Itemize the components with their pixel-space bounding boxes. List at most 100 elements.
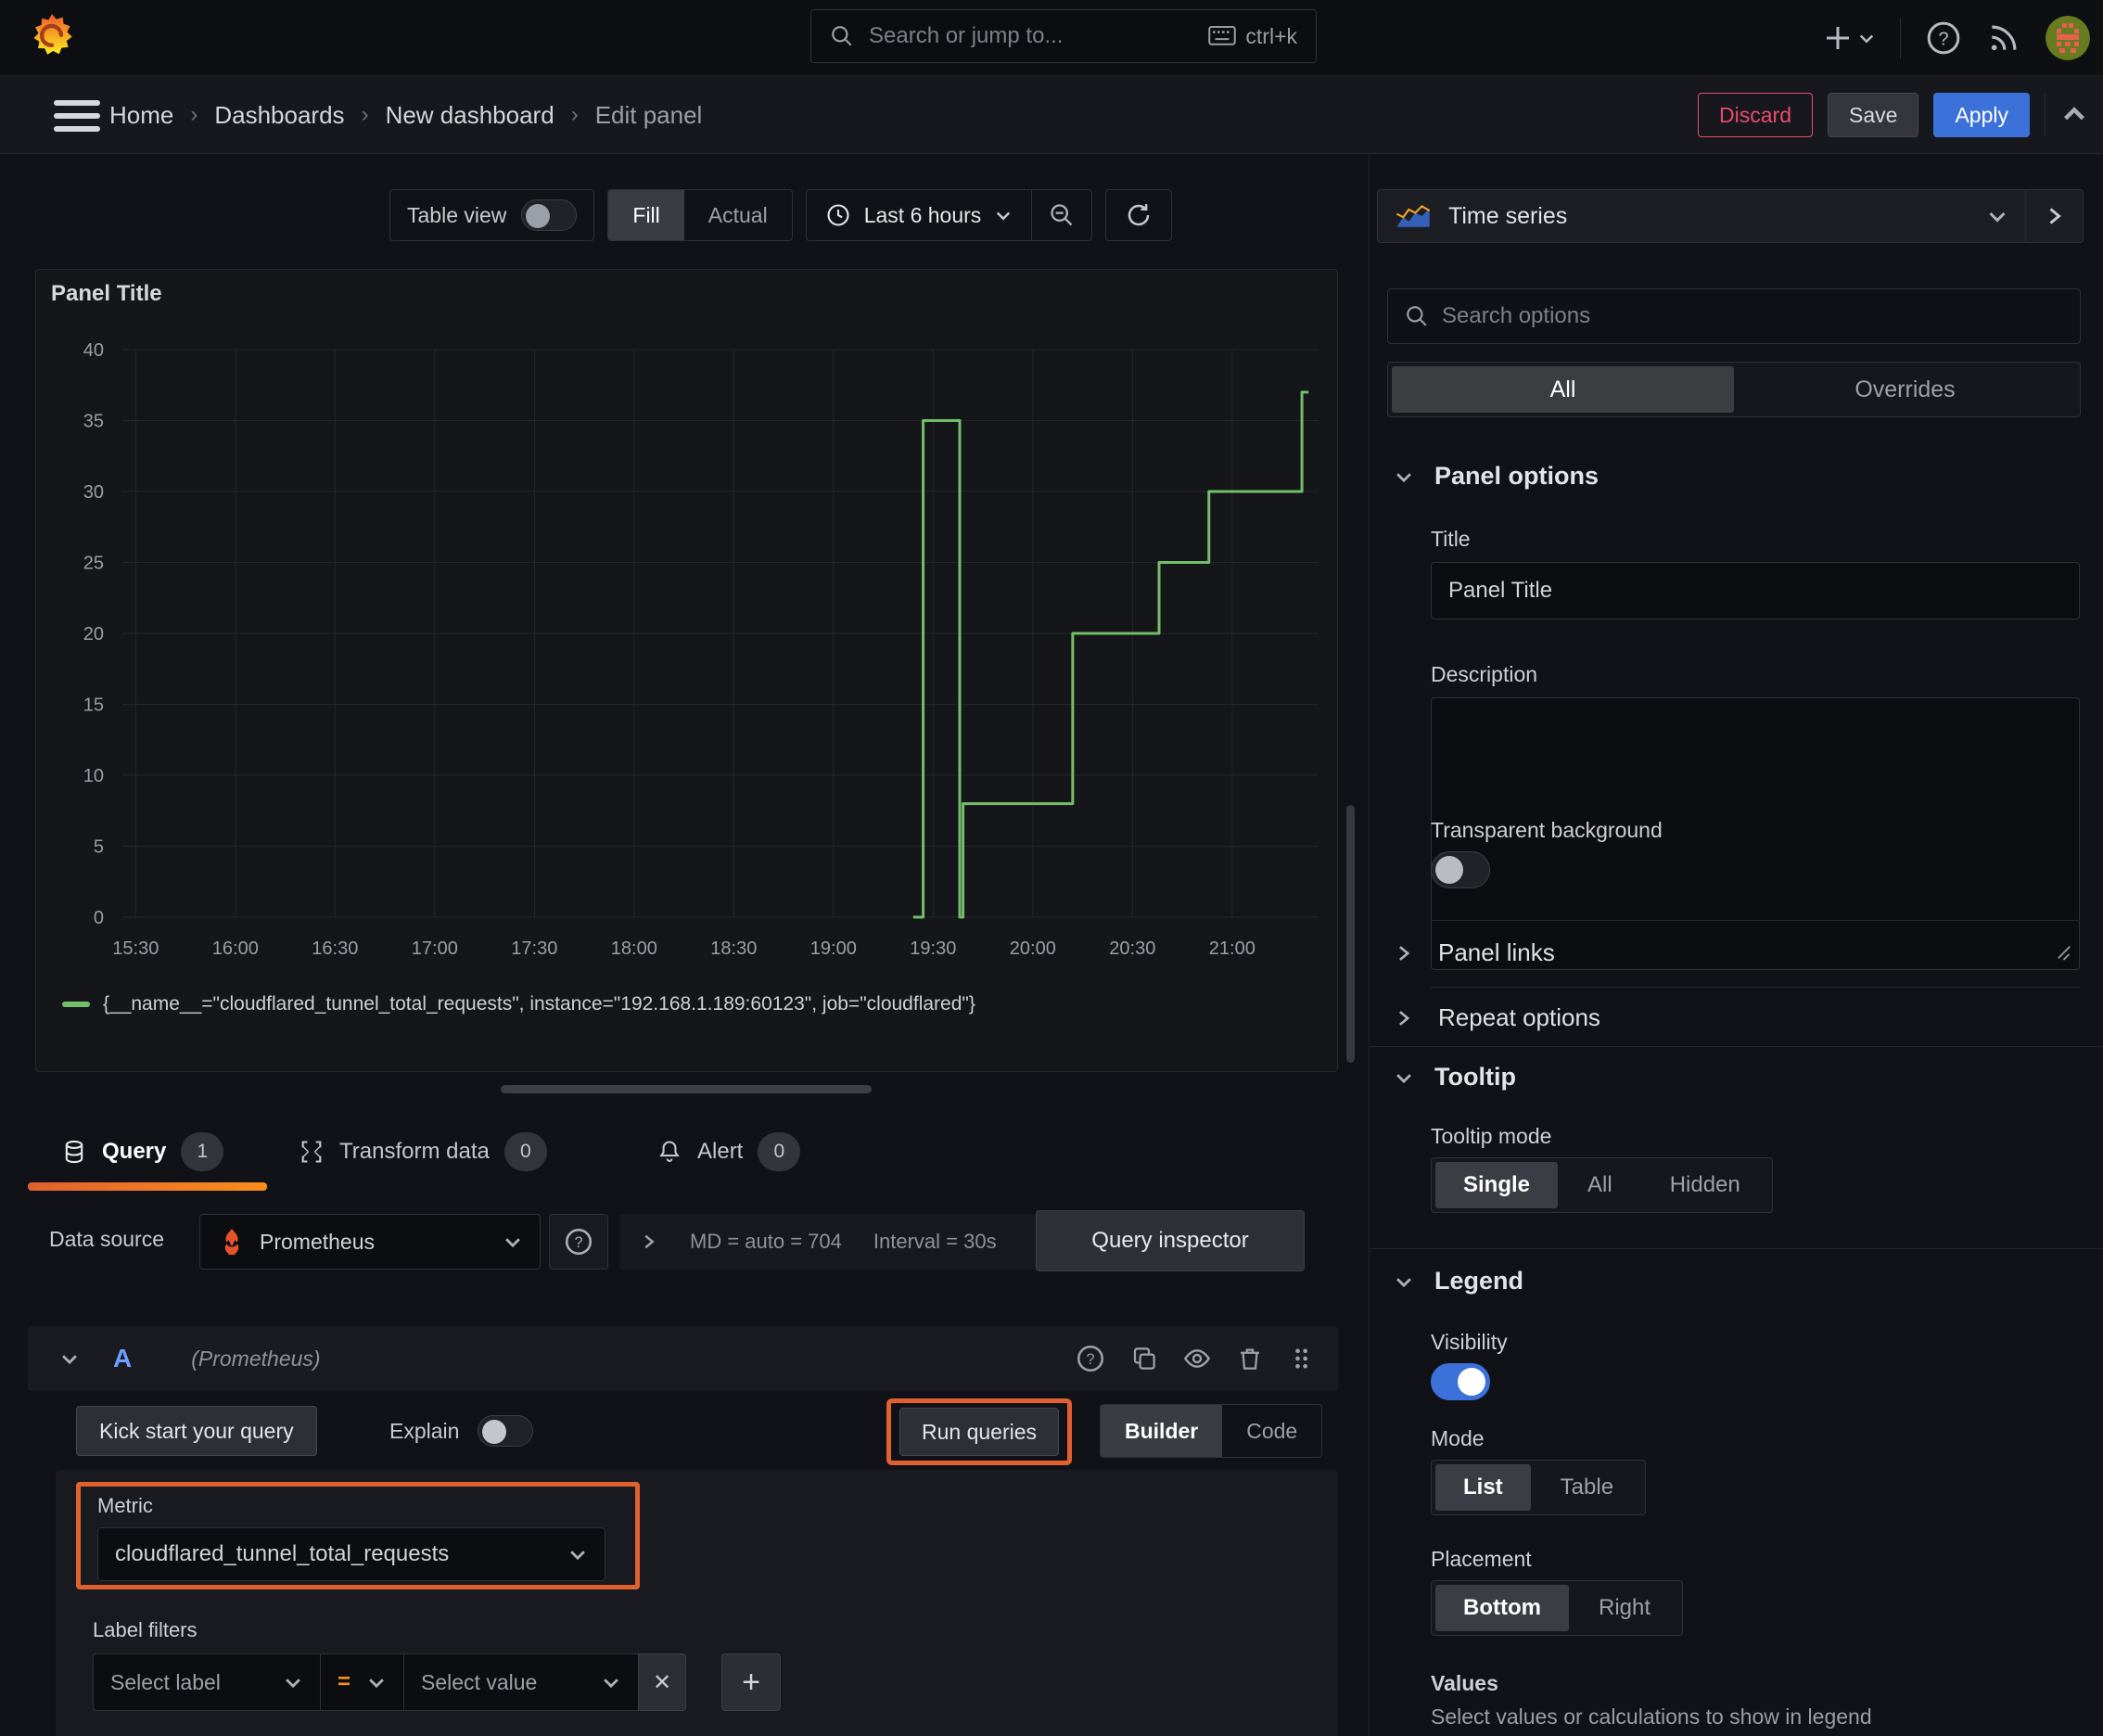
prometheus-icon: [224, 1229, 239, 1255]
chevron-down-icon: [286, 1679, 300, 1689]
topbar-actions: ?: [1824, 0, 2090, 76]
breadcrumb-dashboards[interactable]: Dashboards: [214, 101, 344, 130]
user-avatar[interactable]: [2046, 16, 2090, 60]
placement-right-option[interactable]: Right: [1571, 1585, 1678, 1631]
legend-placement-switch: Bottom Right: [1431, 1580, 1684, 1636]
query-ref-id[interactable]: A: [113, 1344, 132, 1373]
help-button[interactable]: ?: [1925, 19, 1962, 57]
breadcrumb-edit-panel: Edit panel: [594, 100, 703, 129]
pane-resize-handle[interactable]: [501, 1085, 872, 1093]
collapse-options-pane-button[interactable]: [2060, 101, 2088, 129]
repeat-options-section[interactable]: Repeat options: [1394, 1003, 1600, 1032]
legend-section-header[interactable]: Legend: [1394, 1267, 1523, 1296]
legend-item[interactable]: {__name__="cloudflared_tunnel_total_requ…: [62, 993, 975, 1015]
panel-preview: Panel Title 0 5 10 15 20 25 30 35 40 15:30 16:00 16…: [35, 269, 1338, 1072]
panel-options-header[interactable]: Panel options: [1394, 462, 1599, 491]
svg-text:17:00: 17:00: [412, 938, 458, 959]
datasource-help-button[interactable]: ?: [549, 1214, 608, 1270]
discard-button[interactable]: Discard: [1698, 93, 1814, 137]
transparent-background-toggle[interactable]: [1431, 851, 1490, 888]
tooltip-all-option[interactable]: All: [1560, 1162, 1640, 1208]
svg-text:20: 20: [83, 624, 104, 645]
chevron-down-icon: [1396, 472, 1411, 482]
chevron-down-icon: [570, 1551, 585, 1561]
select-label-dropdown[interactable]: Select label: [93, 1653, 320, 1711]
metric-select[interactable]: cloudflared_tunnel_total_requests: [97, 1527, 605, 1581]
svg-text:16:30: 16:30: [312, 938, 358, 959]
svg-text:30: 30: [83, 482, 104, 503]
drag-query-handle[interactable]: [1288, 1345, 1314, 1372]
metric-highlight: Metric cloudflared_tunnel_total_requests: [76, 1482, 640, 1589]
tab-transform-data[interactable]: Transform data 0: [299, 1129, 547, 1175]
run-queries-button[interactable]: Run queries: [899, 1408, 1059, 1456]
add-filter-button[interactable]: +: [721, 1653, 781, 1711]
menu-toggle-icon[interactable]: [54, 100, 100, 132]
svg-text:21:00: 21:00: [1209, 938, 1255, 959]
tooltip-section-header[interactable]: Tooltip: [1394, 1063, 1516, 1091]
open-viz-list-button[interactable]: [2025, 190, 2083, 242]
topbar-divider: [1900, 18, 1901, 58]
drag-dots-icon: [1295, 1348, 1307, 1369]
options-search-input[interactable]: [1442, 303, 2063, 329]
legend-visibility-toggle[interactable]: [1431, 1363, 1490, 1400]
table-view-toggle[interactable]: [521, 199, 578, 231]
panel-title-input[interactable]: [1431, 562, 2080, 619]
chevron-right-icon: [1398, 945, 1410, 961]
chevron-down-icon: [1859, 34, 1874, 44]
apply-button[interactable]: Apply: [1933, 93, 2030, 137]
svg-text:5: 5: [94, 837, 104, 858]
placement-bottom-option[interactable]: Bottom: [1435, 1585, 1569, 1631]
breadcrumb-new-dashboard[interactable]: New dashboard: [386, 101, 554, 130]
query-help-button[interactable]: ?: [1075, 1343, 1106, 1374]
legend-table-option[interactable]: Table: [1533, 1464, 1641, 1511]
tooltip-single-option[interactable]: Single: [1435, 1162, 1559, 1208]
collapse-query-icon[interactable]: [59, 1348, 80, 1369]
tooltip-hidden-option[interactable]: Hidden: [1642, 1162, 1768, 1208]
alert-count-badge: 0: [758, 1132, 801, 1171]
global-search-input[interactable]: [869, 23, 1194, 49]
tab-alert[interactable]: Alert 0: [656, 1129, 801, 1175]
builder-option[interactable]: Builder: [1101, 1405, 1223, 1457]
trash-icon: [1241, 1348, 1259, 1370]
grafana-logo-icon[interactable]: [28, 7, 76, 65]
select-value-dropdown[interactable]: Select value: [403, 1653, 638, 1711]
svg-text:0: 0: [94, 908, 104, 928]
textarea-resize-handle[interactable]: [2054, 942, 2074, 963]
refresh-button[interactable]: [1105, 189, 1173, 241]
tab-query[interactable]: Query 1: [61, 1129, 224, 1175]
save-button[interactable]: Save: [1828, 93, 1919, 137]
chevron-right-icon: [644, 1234, 655, 1249]
legend-list-option[interactable]: List: [1435, 1464, 1531, 1511]
delete-query-button[interactable]: [1236, 1345, 1264, 1372]
legend-visibility-label: Visibility: [1431, 1330, 1508, 1354]
active-tab-underline: [28, 1182, 267, 1191]
tab-all[interactable]: All: [1392, 366, 1734, 413]
zoom-out-time-button[interactable]: [1032, 190, 1091, 240]
edit-panel-main: Table view Fill Actual Last 6 hours Pane…: [0, 154, 1369, 1736]
visualization-select[interactable]: Time series: [1378, 190, 2025, 242]
tooltip-mode-label: Tooltip mode: [1431, 1124, 1552, 1148]
code-option[interactable]: Code: [1222, 1405, 1321, 1457]
toggle-query-visibility-button[interactable]: [1182, 1344, 1212, 1373]
kick-start-query-button[interactable]: Kick start your query: [76, 1406, 317, 1456]
tab-overrides[interactable]: Overrides: [1734, 366, 2076, 413]
fill-option[interactable]: Fill: [608, 190, 684, 240]
panel-links-section[interactable]: Panel links: [1394, 938, 1555, 967]
new-dashboard-button[interactable]: [1824, 24, 1876, 52]
news-button[interactable]: [1986, 20, 2021, 56]
table-view-control: Table view: [389, 189, 595, 241]
query-count-badge: 1: [181, 1132, 224, 1171]
remove-filter-button[interactable]: ✕: [638, 1653, 686, 1711]
breadcrumb-separator: ›: [190, 102, 198, 127]
explain-toggle[interactable]: [478, 1415, 534, 1447]
query-inspector-button[interactable]: Query inspector: [1036, 1210, 1305, 1271]
query-toolbar: Kick start your query Explain Run querie…: [28, 1398, 1338, 1469]
metric-label: Metric: [97, 1494, 153, 1517]
duplicate-query-button[interactable]: [1130, 1345, 1158, 1372]
datasource-picker[interactable]: Prometheus: [199, 1214, 541, 1270]
vertical-scrollbar[interactable]: [1346, 805, 1355, 1063]
time-range-picker[interactable]: Last 6 hours: [807, 190, 1032, 240]
actual-option[interactable]: Actual: [684, 190, 792, 240]
breadcrumb-home[interactable]: Home: [109, 101, 173, 130]
operator-dropdown[interactable]: =: [320, 1653, 403, 1711]
